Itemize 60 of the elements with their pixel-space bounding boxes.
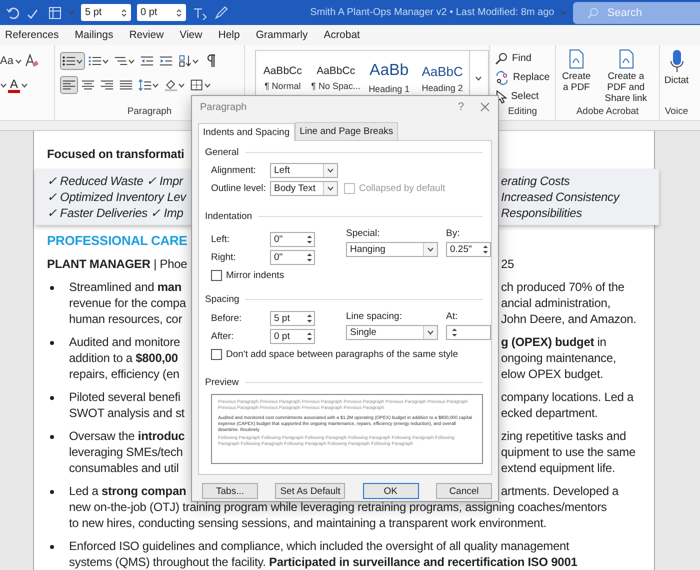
- section-heading: Indentation: [205, 211, 252, 222]
- body-text: ✓ Reduced Waste ✓ Impr: [47, 173, 183, 189]
- body-text: human resources, cor: [69, 311, 182, 327]
- section-heading: General: [205, 147, 239, 158]
- body-text: leveraging SMEs/tech: [69, 444, 183, 460]
- body-text: John Deere, and Amazon.: [501, 311, 638, 327]
- section-heading: Preview: [205, 377, 239, 388]
- body-text: SWOT analysis and st: [69, 405, 184, 421]
- body-text: revenue for the compa: [69, 295, 186, 311]
- body-text: quipment to use the same: [501, 444, 636, 460]
- group-label: Editing: [508, 106, 538, 119]
- body-text: ancial administration,: [501, 295, 612, 311]
- body-text: ✓ Faster Deliveries ✓ Imp: [47, 205, 184, 221]
- body-text: consumables and util: [69, 460, 179, 476]
- body-text: ongoing maintenance,: [501, 350, 618, 366]
- field-label: Right:: [210, 252, 237, 262]
- checkbox-label: Collapsed by default: [359, 182, 446, 194]
- body-text: Audited and monitore: [69, 334, 180, 350]
- group-label: Paragraph: [127, 106, 172, 119]
- body-text: extend equipment life.: [501, 460, 616, 476]
- body-text: Responsibilities: [501, 205, 583, 221]
- body-text: Streamlined and man: [69, 279, 182, 295]
- body-text: ✓ Optimized Inventory Lev: [47, 189, 186, 205]
- body-text: Enforced ISO guidelines and compliance, which included the oversight of all quality management: [69, 538, 570, 554]
- section-heading: Spacing: [205, 294, 240, 305]
- body-text: PLANT MANAGER | Phoe: [47, 256, 188, 272]
- field-label: Special:: [346, 228, 380, 238]
- field-label: By:: [446, 228, 460, 238]
- body-text: repairs, efficiency (en: [69, 366, 180, 382]
- body-text: Oversaw the introduc: [69, 428, 185, 444]
- body-text: ecked department.: [501, 405, 599, 421]
- field-label: Alignment:: [210, 164, 257, 176]
- checkbox-label: Mirror indents: [226, 270, 284, 280]
- body-text: Piloted several benefi: [69, 389, 180, 405]
- body-text: elow OPEX budget.: [501, 366, 604, 382]
- field-label: Outline level:: [210, 182, 267, 194]
- body-text: Increased Consistency: [501, 189, 621, 205]
- field-label: Left:: [210, 234, 230, 244]
- body-text: erating Costs: [501, 173, 571, 189]
- body-text: ch produced 70% of the: [501, 279, 626, 295]
- body-text: company locations. Led a: [501, 389, 635, 405]
- body-text: zing repetitive tasks and: [501, 428, 627, 444]
- body-text: PROFESSIONAL CARE: [47, 233, 188, 249]
- body-text: 25: [501, 256, 516, 272]
- body-text: to new hires, conducting sensing sessions, and maintaining a transparent work environment.: [69, 515, 546, 531]
- body-text: systems (QMS) throughout the facility. Participated in surveillance and recertification ISO 9001: [69, 554, 578, 570]
- body-text: new on-the-job (OTJ) training program while leveraging retraining programs, assigning coaches/mentors: [69, 499, 607, 515]
- body-text: Led a strong compan: [69, 483, 186, 499]
- field-label: Before:: [210, 312, 243, 324]
- body-text: g (OPEX) budget in: [501, 334, 608, 350]
- field-label: At:: [446, 310, 458, 322]
- field-label: After:: [210, 330, 235, 342]
- group-label: Voice: [664, 106, 688, 119]
- body-text: Focused on transformati: [47, 146, 184, 162]
- body-text: artments. Developed a: [501, 483, 620, 499]
- field-label: Line spacing:: [346, 310, 402, 322]
- checkbox-label: Don't add space between paragraphs of the same style: [226, 348, 458, 360]
- dialog-title: Paragraph: [200, 102, 247, 112]
- group-label: Adobe Acrobat: [576, 106, 639, 119]
- body-text: addition to a $800,00: [69, 350, 178, 366]
